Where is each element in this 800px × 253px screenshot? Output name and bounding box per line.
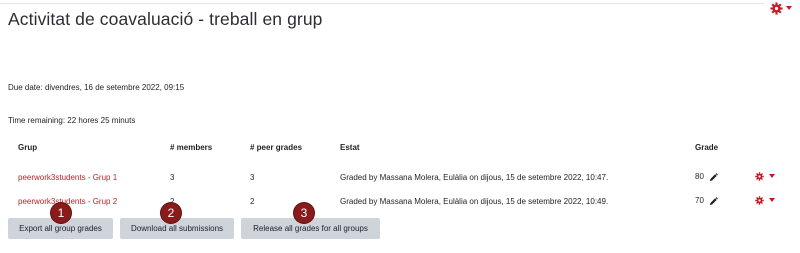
page-title: Activitat de coavaluació - treball en gr… [8, 9, 323, 29]
column-header-group: Grup [18, 143, 38, 152]
column-header-members: # members [170, 143, 213, 152]
due-date: Due date: divendres, 16 de setembre 2022… [8, 83, 184, 92]
row-actions-menu[interactable] [755, 171, 775, 181]
grade-value: 80 [695, 172, 704, 182]
header-divider [0, 3, 764, 4]
grade-cell: 70 [695, 189, 755, 213]
status-text: Graded by Massana Molera, Eulàlia on dij… [340, 196, 609, 206]
table-row: peerwork3students - Grup 2 2 2 Graded by… [8, 189, 792, 213]
group-link[interactable]: peerwork3students - Grup 2 [18, 197, 117, 206]
group-link[interactable]: peerwork3students - Grup 1 [18, 173, 117, 182]
time-remaining: Time remaining: 22 hores 25 minuts [8, 116, 135, 125]
row-actions-cell [755, 189, 792, 213]
due-date-value: divendres, 16 de setembre 2022, 09:15 [44, 83, 185, 92]
gear-icon[interactable] [770, 1, 783, 15]
row-actions-menu[interactable] [755, 195, 775, 205]
table-row: peerwork3students - Grup 1 3 3 Graded by… [8, 165, 792, 189]
pencil-icon[interactable] [709, 172, 719, 182]
time-remaining-label: Time remaining: [8, 116, 66, 125]
column-header-actions [755, 137, 792, 165]
status-text: Graded by Massana Molera, Eulàlia on dij… [340, 172, 609, 182]
row-actions-cell [755, 165, 792, 189]
callout-marker-1: 1 [51, 203, 71, 223]
callout-marker-2: 2 [161, 203, 181, 223]
gear-icon[interactable] [755, 171, 764, 181]
column-header-peer-grades: # peer grades [250, 143, 303, 152]
gear-icon[interactable] [755, 195, 764, 205]
pencil-icon[interactable] [709, 196, 719, 206]
due-date-label: Due date: [8, 83, 43, 92]
groups-table: Grup # members # peer grades Estat Grade… [8, 137, 792, 213]
members-count: 2 [170, 196, 175, 206]
peer-grades-count: 3 [250, 172, 255, 182]
callout-marker-3: 3 [294, 203, 314, 223]
members-count: 3 [170, 172, 175, 182]
chevron-down-icon [769, 198, 775, 202]
chevron-down-icon [786, 6, 792, 10]
column-header-grade: Grade [695, 143, 719, 152]
grade-cell: 80 [695, 165, 755, 189]
release-grades-button[interactable]: Release all grades for all groups [241, 218, 380, 239]
table-header-row: Grup # members # peer grades Estat Grade [8, 137, 792, 165]
chevron-down-icon [769, 174, 775, 178]
grade-value: 70 [695, 196, 704, 206]
time-remaining-value: 22 hores 25 minuts [67, 116, 136, 125]
download-submissions-button[interactable]: Download all submissions [120, 218, 234, 239]
column-header-status: Estat [340, 143, 360, 152]
page-actions-menu[interactable] [770, 0, 792, 16]
